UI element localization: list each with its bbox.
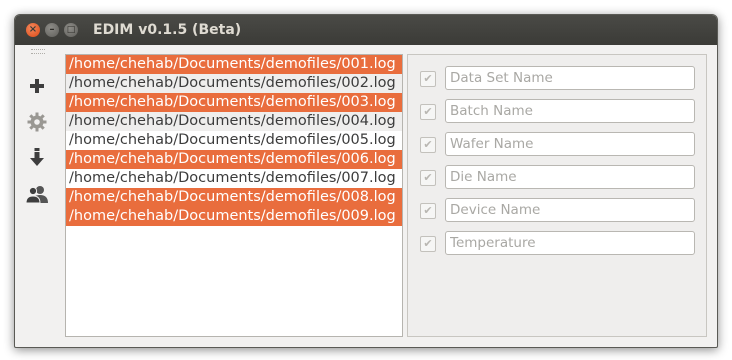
maximize-icon: □ [66, 25, 76, 35]
maximize-button[interactable]: □ [64, 23, 78, 37]
field-row: ✔ [408, 66, 706, 92]
field-input[interactable] [445, 66, 695, 90]
toolbar-grip[interactable] [31, 49, 45, 54]
download-icon [30, 148, 44, 166]
field-row: ✔ [408, 198, 706, 224]
field-input[interactable] [445, 99, 695, 123]
toolbar [15, 45, 61, 347]
minimize-icon: – [49, 24, 55, 35]
properties-panel: ✔ ✔ ✔ ✔ ✔ ✔ [407, 54, 707, 337]
add-button[interactable] [24, 73, 50, 99]
users-icon [26, 186, 48, 204]
field-row: ✔ [408, 231, 706, 257]
field-row: ✔ [408, 99, 706, 125]
field-input[interactable] [445, 231, 695, 255]
field-row: ✔ [408, 132, 706, 158]
close-icon: × [28, 24, 38, 35]
file-list-item[interactable]: /home/chehab/Documents/demofiles/007.log [66, 169, 402, 188]
file-list-item[interactable]: /home/chehab/Documents/demofiles/001.log [66, 55, 402, 74]
field-input[interactable] [445, 132, 695, 156]
import-button[interactable] [24, 145, 50, 171]
close-button[interactable]: × [26, 23, 40, 37]
field-checkbox[interactable]: ✔ [420, 203, 436, 219]
file-list-item[interactable]: /home/chehab/Documents/demofiles/006.log [66, 150, 402, 169]
file-list-item[interactable]: /home/chehab/Documents/demofiles/003.log [66, 93, 402, 112]
title-bar[interactable]: × – □ EDIM v0.1.5 (Beta) [15, 15, 717, 45]
file-list-item[interactable]: /home/chehab/Documents/demofiles/009.log [66, 207, 402, 226]
app-window: × – □ EDIM v0.1.5 (Beta) /home/chehab/Do… [14, 14, 718, 348]
plus-icon [30, 79, 44, 93]
file-list[interactable]: /home/chehab/Documents/demofiles/001.log… [65, 54, 403, 337]
users-button[interactable] [24, 181, 50, 207]
field-row: ✔ [408, 165, 706, 191]
field-input[interactable] [445, 198, 695, 222]
settings-button[interactable] [24, 109, 50, 135]
file-list-item[interactable]: /home/chehab/Documents/demofiles/004.log [66, 112, 402, 131]
field-checkbox[interactable]: ✔ [420, 71, 436, 87]
field-checkbox[interactable]: ✔ [420, 170, 436, 186]
window-title: EDIM v0.1.5 (Beta) [93, 22, 242, 38]
file-list-item[interactable]: /home/chehab/Documents/demofiles/005.log [66, 131, 402, 150]
field-checkbox[interactable]: ✔ [420, 236, 436, 252]
file-list-item[interactable]: /home/chehab/Documents/demofiles/002.log [66, 74, 402, 93]
field-checkbox[interactable]: ✔ [420, 137, 436, 153]
gear-icon [27, 112, 47, 132]
minimize-button[interactable]: – [45, 23, 59, 37]
field-input[interactable] [445, 165, 695, 189]
file-list-item[interactable]: /home/chehab/Documents/demofiles/008.log [66, 188, 402, 207]
field-checkbox[interactable]: ✔ [420, 104, 436, 120]
